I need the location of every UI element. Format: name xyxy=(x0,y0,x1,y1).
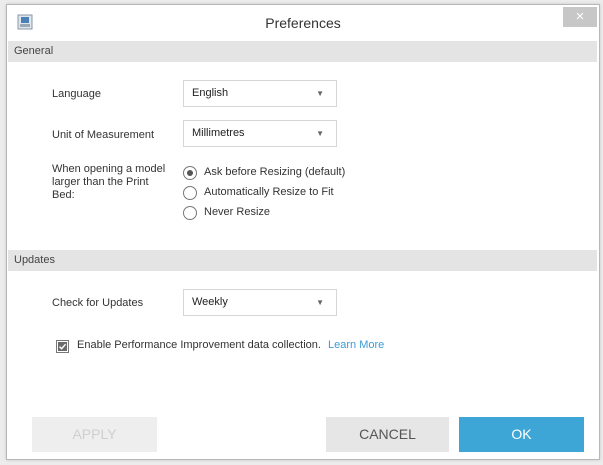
unit-select[interactable]: Millimetres ▼ xyxy=(183,120,337,147)
resize-label: When opening a model larger than the Pri… xyxy=(52,163,166,201)
check-updates-select-value: Weekly xyxy=(192,296,228,308)
apply-button[interactable]: APPLY xyxy=(32,417,157,452)
check-updates-label: Check for Updates xyxy=(52,297,144,309)
close-button[interactable]: × xyxy=(563,7,597,27)
radio-button[interactable] xyxy=(183,186,197,200)
ok-button[interactable]: OK xyxy=(459,417,584,452)
chevron-down-icon: ▼ xyxy=(316,298,324,307)
window-title: Preferences xyxy=(265,15,341,31)
check-updates-select[interactable]: Weekly ▼ xyxy=(183,289,337,316)
language-select[interactable]: English ▼ xyxy=(183,80,337,107)
performance-checkbox-label: Enable Performance Improvement data coll… xyxy=(77,339,384,351)
cancel-button[interactable]: CANCEL xyxy=(326,417,449,452)
close-icon: × xyxy=(575,8,585,25)
radio-label: Ask before Resizing (default) xyxy=(204,166,346,178)
language-select-value: English xyxy=(192,87,229,99)
radio-button-checked[interactable] xyxy=(183,166,197,180)
title-bar: Preferences × xyxy=(7,5,599,43)
performance-checkbox[interactable] xyxy=(56,340,69,353)
unit-label: Unit of Measurement xyxy=(52,129,155,141)
radio-button[interactable] xyxy=(183,206,197,220)
performance-label-text: Enable Performance Improvement data coll… xyxy=(77,339,321,351)
radio-label: Automatically Resize to Fit xyxy=(204,186,334,198)
checkmark-icon xyxy=(58,342,67,351)
radio-label: Never Resize xyxy=(204,206,271,218)
section-header-general: General xyxy=(8,41,597,62)
preferences-dialog: Preferences × General Language English ▼… xyxy=(6,4,600,460)
learn-more-link[interactable]: Learn More xyxy=(328,339,384,351)
chevron-down-icon: ▼ xyxy=(316,89,324,98)
unit-select-value: Millimetres xyxy=(192,127,245,139)
section-header-updates: Updates xyxy=(8,250,597,271)
chevron-down-icon: ▼ xyxy=(316,129,324,138)
language-label: Language xyxy=(52,88,101,100)
